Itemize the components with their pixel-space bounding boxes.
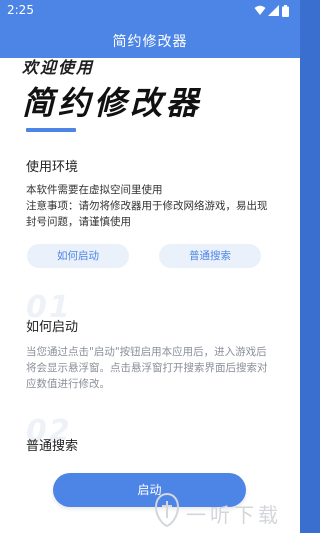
normal-search-button[interactable]: 普通搜索	[159, 244, 261, 268]
title-underline	[26, 128, 76, 132]
how-to-start-text: 当您通过点击"启动"按钮启用本应用后，进入游戏后将会显示悬浮窗。点击悬浮窗打开搜…	[26, 346, 268, 390]
app-title: 简约修改器	[112, 34, 188, 50]
wifi-icon	[254, 5, 266, 15]
how-to-start-button[interactable]: 如何启动	[27, 244, 129, 268]
status-icons	[254, 4, 294, 18]
status-time: 2:25	[7, 3, 34, 17]
welcome-heading: 欢迎使用	[22, 58, 95, 77]
watermark: 一听下载	[152, 492, 300, 528]
watermark-logo-icon	[154, 492, 180, 528]
main-content[interactable]: 欢迎使用 简约修改器 使用环境 本软件需要在虚拟空间里使用 注意事项：请勿将修改…	[0, 58, 300, 533]
watermark-text: 一听下载	[186, 503, 282, 527]
signal-icon	[268, 5, 279, 16]
environment-text: 本软件需要在虚拟空间里使用 注意事项：请勿将修改器用于修改网络游戏，易出现封号问…	[26, 184, 268, 228]
hero-app-name: 简约修改器	[22, 84, 203, 122]
status-bar: 2:25	[0, 0, 300, 22]
app-bar: 简约修改器	[0, 22, 300, 58]
battery-icon	[282, 5, 289, 17]
environment-title: 使用环境	[26, 160, 79, 175]
how-to-start-title: 如何启动	[26, 320, 79, 335]
normal-search-title: 普通搜索	[26, 439, 79, 454]
